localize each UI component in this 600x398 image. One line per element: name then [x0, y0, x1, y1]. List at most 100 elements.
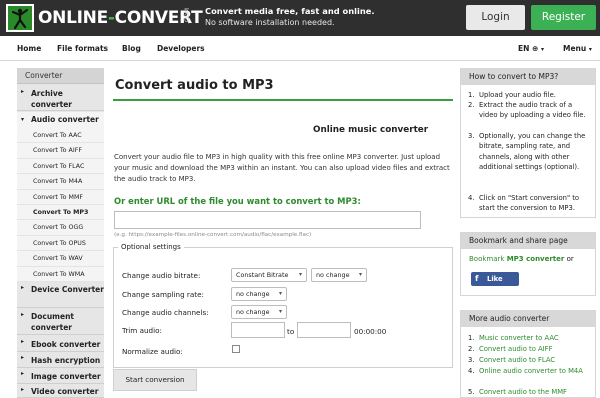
url-label: Or enter URL of the file you want to con… — [114, 196, 361, 206]
bookmark-box: Bookmark and share page Bookmark MP3 con… — [460, 232, 596, 296]
sidebar-item-archive-converter[interactable]: ▸ Archive converter — [17, 86, 104, 111]
sidebar-sub-opus[interactable]: Convert To OPUS — [17, 235, 104, 252]
channels-select[interactable]: no change ▾ — [231, 305, 287, 319]
chevron-down-icon: ▾ — [540, 46, 544, 53]
item-number: 3. — [468, 356, 475, 364]
logo-suffix: .COM — [184, 8, 191, 24]
sidebar-item-audio-converter[interactable]: ▾ Audio converter — [17, 112, 104, 128]
channels-label: Change audio channels: — [122, 308, 209, 317]
login-button[interactable]: Login — [466, 5, 525, 30]
sidebar-sub-wma[interactable]: Convert To WMA — [17, 266, 104, 282]
sidebar-item-ebook-converter[interactable]: ▸ Ebook converter — [17, 336, 104, 352]
url-input[interactable] — [114, 211, 421, 229]
chevron-right-icon: ▸ — [21, 284, 25, 291]
nav-home[interactable]: Home — [17, 44, 41, 53]
more-link-label: Convert audio to FLAC — [479, 356, 556, 364]
trim-end-input[interactable] — [297, 322, 351, 338]
step-number: 4. — [468, 194, 475, 202]
bitrate-mode-select[interactable]: Constant Bitrate ▾ — [231, 268, 307, 282]
sampling-select[interactable]: no change ▾ — [231, 287, 287, 301]
main-content: Convert audio to MP3 Online music conver… — [113, 68, 453, 398]
howto-title: How to convert to MP3? — [461, 69, 595, 85]
bitrate-value-select[interactable]: no change ▾ — [311, 268, 367, 282]
step-text: Extract the audio track of a video by up… — [479, 101, 586, 120]
tagline-primary: Convert media free, fast and online. — [205, 6, 375, 16]
url-example: (e.g. https://example-files.online-conve… — [114, 232, 312, 238]
chevron-right-icon: ▸ — [21, 354, 25, 361]
language-selector[interactable]: EN ⊕ ▾ — [518, 44, 544, 53]
sidebar-item-label: Device Converter — [31, 285, 104, 294]
item-number: 5. — [468, 388, 475, 396]
facebook-like-button[interactable]: f Like — [471, 272, 519, 286]
trim-start-input[interactable] — [231, 322, 285, 338]
bookmark-text: Bookmark — [469, 255, 505, 263]
sidebar-item-video-converter[interactable]: ▸ Video converter — [17, 384, 104, 398]
sidebar-item-label: Document converter — [31, 312, 74, 332]
trim-time: 00:00:00 — [354, 327, 387, 336]
sidebar-item-label: Hash encryption — [31, 356, 101, 365]
trim-label: Trim audio: — [122, 326, 162, 335]
more-title: More audio converter — [461, 311, 595, 327]
sidebar-sub-aiff[interactable]: Convert To AIFF — [17, 143, 104, 159]
sidebar-item-label: Ebook converter — [31, 340, 101, 349]
optional-settings-legend: Optional settings — [118, 243, 184, 251]
nav-blog[interactable]: Blog — [122, 44, 141, 53]
chevron-down-icon: ▾ — [298, 271, 302, 278]
sidebar-sub-ogg[interactable]: Convert To OGG — [17, 220, 104, 236]
globe-icon: ⊕ — [532, 44, 539, 53]
top-bar: ONLINE-CONVERT .COM Convert media free, … — [0, 0, 600, 36]
sidebar-item-device-converter[interactable]: ▸ Device Converter — [17, 282, 104, 308]
register-button[interactable]: Register — [531, 5, 596, 30]
menu-label: Menu — [563, 44, 587, 53]
chevron-down-icon: ▾ — [588, 46, 592, 53]
normalize-checkbox[interactable] — [232, 345, 240, 353]
sidebar-sub-mp3[interactable]: Convert To MP3 — [17, 205, 104, 221]
title-divider — [113, 99, 453, 101]
start-conversion-button[interactable]: Start conversion — [113, 369, 197, 391]
sidebar-sub-aac[interactable]: Convert To AAC — [17, 128, 104, 144]
bookmark-bold-text: MP3 converter — [506, 255, 565, 263]
sidebar-item-label: Archive converter — [31, 89, 72, 109]
site-logo[interactable]: ONLINE-CONVERT .COM — [6, 4, 203, 32]
sidebar-sub-wav[interactable]: Convert To WAV — [17, 251, 104, 267]
nav-developers[interactable]: Developers — [157, 44, 205, 53]
chevron-down-icon: ▾ — [21, 116, 25, 123]
sidebar-item-document-converter[interactable]: ▸ Document converter — [17, 309, 104, 335]
sidebar-item-hash-encryption[interactable]: ▸ Hash encryption — [17, 352, 104, 368]
menu-button[interactable]: Menu ▾ — [563, 44, 592, 53]
chevron-right-icon: ▸ — [21, 311, 25, 318]
chevron-right-icon: ▸ — [21, 370, 25, 377]
chevron-down-icon: ▾ — [358, 271, 362, 278]
step-text: Upload your audio file. — [479, 91, 556, 99]
item-number: 1. — [468, 334, 475, 342]
bookmark-title: Bookmark and share page — [461, 233, 595, 249]
sidebar-sub-m4a[interactable]: Convert To M4A — [17, 174, 104, 190]
page-subtitle: Online music converter — [313, 125, 429, 135]
select-value: no change — [316, 271, 350, 279]
logo-figure-box — [6, 4, 34, 32]
nav-file-formats[interactable]: File formats — [57, 44, 108, 53]
sidebar-item-image-converter[interactable]: ▸ Image converter — [17, 368, 104, 384]
sidebar-sub-mmf[interactable]: Convert To MMF — [17, 189, 104, 205]
main-nav: Home File formats Blog Developers EN ⊕ ▾… — [0, 36, 600, 61]
step-number: 2. — [468, 101, 475, 109]
chevron-right-icon: ▸ — [21, 88, 25, 95]
more-converters-box: More audio converter 1. Music converter t… — [460, 310, 596, 398]
select-value: no change — [236, 290, 270, 298]
logo-figure-icon — [8, 6, 32, 30]
bitrate-label: Change audio bitrate: — [122, 271, 201, 280]
language-label: EN — [518, 44, 530, 53]
bookmark-link[interactable]: Bookmark MP3 converter or — [469, 255, 574, 263]
chevron-right-icon: ▸ — [21, 338, 25, 345]
step-text: Optionally, you can change the bitrate, … — [479, 132, 586, 171]
like-label: Like — [487, 275, 503, 283]
sidebar-sub-flac[interactable]: Convert To FLAC — [17, 158, 104, 175]
chevron-right-icon: ▸ — [21, 386, 25, 393]
more-link-label: Convert audio to the MMF — [479, 388, 567, 396]
intro-text: Convert your audio file to MP3 in high q… — [114, 153, 450, 183]
bookmark-or-text: or — [566, 255, 574, 263]
normalize-label: Normalize audio: — [122, 347, 183, 356]
item-number: 4. — [468, 367, 475, 375]
logo-wordmark: ONLINE-CONVERT — [38, 8, 203, 28]
howto-box: How to convert to MP3? 1. Upload your aud… — [460, 68, 596, 218]
